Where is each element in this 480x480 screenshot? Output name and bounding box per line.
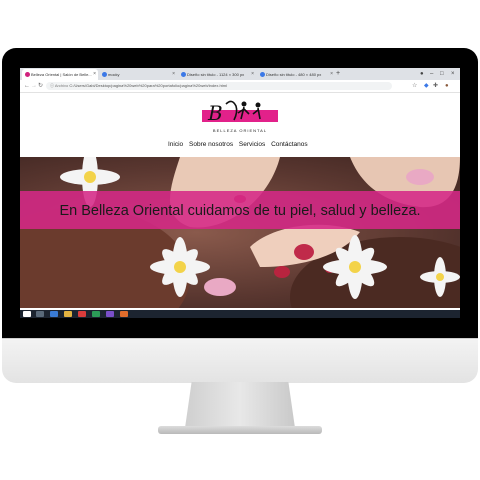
- nav-item-sobre-nosotros[interactable]: Sobre nosotros: [189, 141, 233, 148]
- tab-belleza-oriental[interactable]: Belleza Oriental | Salón de Belle... ×: [22, 69, 98, 80]
- site-favicon-icon: [25, 72, 30, 77]
- hero-banner: En Belleza Oriental cuidamos de tu piel,…: [20, 157, 460, 308]
- star-icon[interactable]: ☆: [412, 80, 417, 92]
- close-icon[interactable]: ×: [251, 69, 254, 80]
- reload-icon[interactable]: ↻: [38, 80, 43, 92]
- extension-icon[interactable]: ◆: [424, 80, 429, 92]
- forward-icon[interactable]: →: [31, 80, 37, 92]
- hero-headline: En Belleza Oriental cuidamos de tu piel,…: [59, 203, 421, 219]
- app-icon[interactable]: [120, 311, 128, 317]
- tab-label: mocky: [108, 72, 120, 77]
- screen: Belleza Oriental | Salón de Belle... × m…: [20, 68, 460, 318]
- url-text: C:/Users/Gabi/Desktop/pagina%20web%20par…: [69, 83, 228, 88]
- nav-item-inicio[interactable]: Inicio: [168, 141, 183, 148]
- slider-dots: [224, 301, 254, 314]
- monitor-stand: [185, 382, 295, 428]
- url-input[interactable]: ⓘ Archivo C:/Users/Gabi/Desktop/pagina%2…: [46, 82, 392, 90]
- monitor-chin: [2, 338, 478, 383]
- puzzle-icon[interactable]: ✚: [433, 80, 438, 92]
- address-bar: ← → ↻ ⓘ Archivo C:/Users/Gabi/Desktop/pa…: [20, 80, 460, 93]
- new-tab-icon[interactable]: +: [336, 68, 340, 80]
- nav-item-contactanos[interactable]: Contáctanos: [271, 141, 308, 148]
- tab-mocky[interactable]: mocky ×: [99, 69, 177, 80]
- tab-diseno-480[interactable]: Diseño sin título - 480 × 480 px ×: [257, 69, 335, 80]
- logo-tagline: BELLEZA ORIENTAL: [212, 128, 268, 133]
- edge-icon[interactable]: [50, 311, 58, 317]
- info-icon[interactable]: ⓘ: [50, 83, 54, 88]
- site-favicon-icon: [181, 72, 186, 77]
- close-icon[interactable]: ×: [172, 69, 175, 80]
- back-icon[interactable]: ←: [24, 80, 30, 92]
- tab-strip: Belleza Oriental | Salón de Belle... × m…: [20, 68, 460, 80]
- taskbar: [20, 310, 460, 318]
- chrome-icon[interactable]: [78, 311, 86, 317]
- url-scheme: Archivo: [54, 83, 69, 88]
- site-favicon-icon: [260, 72, 265, 77]
- svg-text:B: B: [207, 101, 223, 125]
- minimize-icon[interactable]: –: [430, 68, 433, 80]
- app-icon[interactable]: [106, 311, 114, 317]
- hero-image: [20, 157, 460, 308]
- window-close-icon[interactable]: ×: [451, 68, 455, 80]
- folder-icon[interactable]: [64, 311, 72, 317]
- search-icon[interactable]: [36, 311, 44, 317]
- profile-icon[interactable]: ●: [445, 80, 449, 92]
- record-icon[interactable]: ●: [420, 68, 424, 80]
- main-nav: Inicio Sobre nosotros Servicios Contácta…: [168, 141, 318, 148]
- nav-item-servicios[interactable]: Servicios: [239, 141, 265, 148]
- tab-label: Diseño sin título - 480 × 480 px: [266, 72, 322, 77]
- monitor-stand-base: [158, 426, 322, 434]
- web-page: B BELLEZA ORIENTAL Inicio Sobre nosotros…: [20, 93, 460, 314]
- start-icon[interactable]: [23, 311, 31, 317]
- tab-label: Diseño sin título - 1124 × 300 px: [187, 72, 245, 77]
- close-icon[interactable]: ×: [330, 69, 333, 80]
- maximize-icon[interactable]: □: [440, 68, 444, 80]
- tab-diseno-1124[interactable]: Diseño sin título - 1124 × 300 px ×: [178, 69, 256, 80]
- site-favicon-icon: [102, 72, 107, 77]
- app-icon[interactable]: [92, 311, 100, 317]
- close-icon[interactable]: ×: [93, 69, 96, 80]
- tab-label: Belleza Oriental | Salón de Belle...: [31, 72, 92, 77]
